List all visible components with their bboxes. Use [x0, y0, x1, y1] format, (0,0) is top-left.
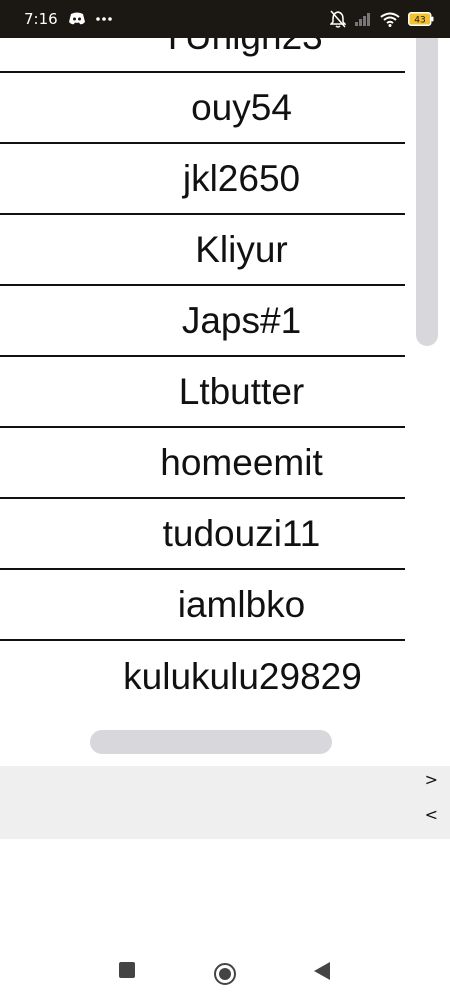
- list-item[interactable]: iamlbko: [0, 570, 405, 641]
- back-triangle-icon[interactable]: [313, 961, 331, 985]
- username-list-viewport[interactable]: YUnigh23 ouy54 jkl2650 Kliyur Japs#1 Ltb…: [0, 38, 405, 714]
- list-item[interactable]: Ltbutter: [0, 357, 405, 428]
- status-bar: 7:16 43: [0, 0, 450, 38]
- battery-icon: 43: [408, 12, 434, 26]
- status-left: 7:16: [24, 10, 112, 28]
- list-item[interactable]: YUnigh23: [0, 38, 405, 73]
- wifi-icon: [380, 12, 400, 27]
- vertical-scrollbar[interactable]: [416, 38, 438, 346]
- list-item[interactable]: tudouzi11: [0, 499, 405, 570]
- recents-square-icon[interactable]: [118, 961, 136, 983]
- signal-icon: [354, 12, 372, 26]
- next-page-button[interactable]: >: [425, 770, 438, 789]
- more-dots-icon: [95, 16, 112, 22]
- status-right: 43: [330, 10, 434, 28]
- list-item[interactable]: jkl2650: [0, 144, 405, 215]
- mute-bell-icon: [330, 10, 346, 28]
- list-item[interactable]: homeemit: [0, 428, 405, 499]
- battery-level: 43: [414, 16, 425, 26]
- home-circle-icon[interactable]: [213, 962, 237, 990]
- discord-icon: [68, 12, 86, 26]
- username-list: YUnigh23 ouy54 jkl2650 Kliyur Japs#1 Ltb…: [0, 38, 405, 712]
- list-item[interactable]: ouy54: [0, 73, 405, 144]
- list-item[interactable]: kulukulu29829: [0, 641, 405, 712]
- horizontal-scrollbar[interactable]: [90, 730, 332, 754]
- previous-page-button[interactable]: <: [425, 805, 438, 824]
- pager-panel: > <: [0, 766, 450, 839]
- list-item[interactable]: Japs#1: [0, 286, 405, 357]
- list-item[interactable]: Kliyur: [0, 215, 405, 286]
- status-time: 7:16: [24, 10, 58, 28]
- system-navigation-bar: [0, 945, 450, 1000]
- app-screen: 7:16 43 ouy54 jkl2650 Kliyur Japs#1 Ltbu…: [0, 0, 450, 1000]
